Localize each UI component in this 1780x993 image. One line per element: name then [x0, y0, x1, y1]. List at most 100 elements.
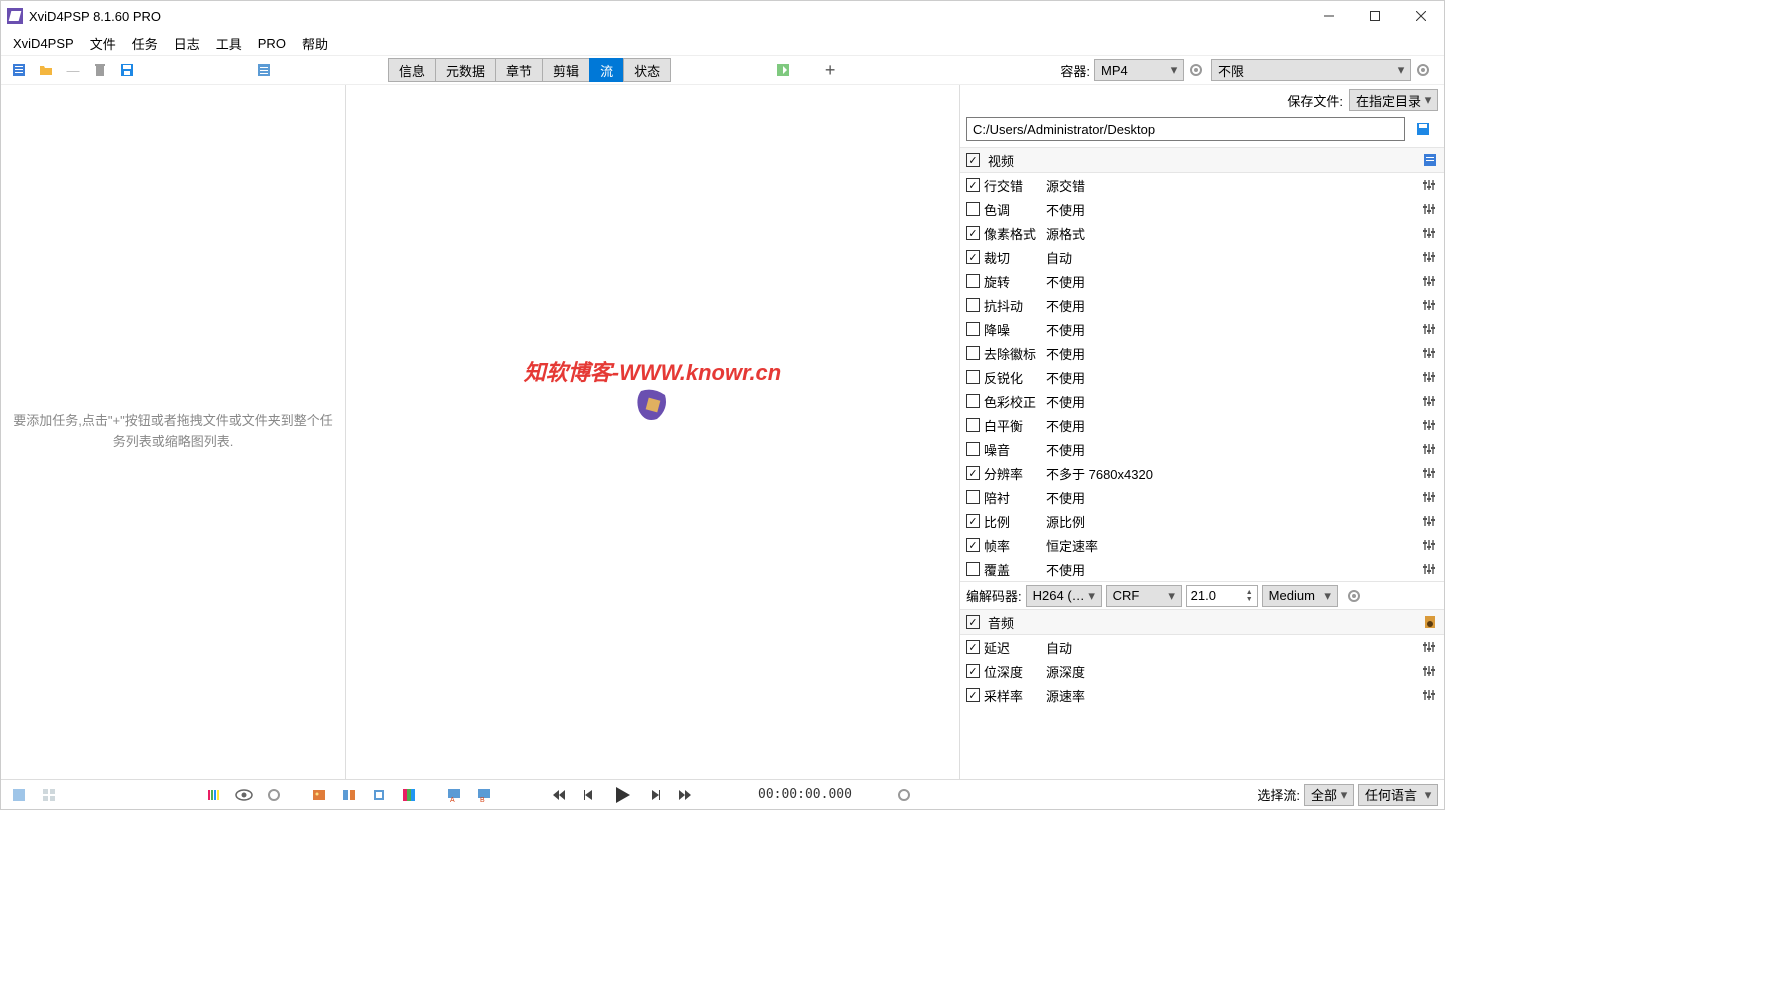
video-prop-checkbox[interactable] [966, 442, 980, 456]
save-mode-select[interactable]: 在指定目录 ▾ [1349, 89, 1438, 111]
sliders-icon[interactable] [1420, 562, 1438, 576]
video-prop-row[interactable]: 反锐化不使用 [960, 365, 1444, 389]
language-select[interactable]: 任何语言 ▾ [1358, 784, 1438, 806]
tab-metadata[interactable]: 元数据 [435, 58, 496, 82]
tab-info[interactable]: 信息 [388, 58, 436, 82]
sliders-icon[interactable] [1420, 322, 1438, 336]
sliders-icon[interactable] [1420, 298, 1438, 312]
sliders-icon[interactable] [1420, 640, 1438, 654]
save-path-button[interactable] [1411, 117, 1435, 141]
close-button[interactable] [1398, 1, 1444, 31]
sliders-icon[interactable] [1420, 250, 1438, 264]
toolbar-film-icon[interactable] [7, 58, 31, 82]
audio-prop-checkbox[interactable] [966, 688, 980, 702]
sliders-icon[interactable] [1420, 178, 1438, 192]
video-prop-row[interactable]: 抗抖动不使用 [960, 293, 1444, 317]
menu-file[interactable]: 文件 [82, 32, 124, 55]
status-grid-icon[interactable] [37, 783, 61, 807]
encoder-preset-select[interactable]: Medium ▾ [1262, 585, 1338, 607]
video-prop-checkbox[interactable] [966, 538, 980, 552]
video-prop-checkbox[interactable] [966, 226, 980, 240]
video-prop-checkbox[interactable] [966, 298, 980, 312]
video-prop-row[interactable]: 旋转不使用 [960, 269, 1444, 293]
video-prop-row[interactable]: 白平衡不使用 [960, 413, 1444, 437]
encoder-settings-icon[interactable] [1342, 584, 1366, 608]
sliders-icon[interactable] [1420, 664, 1438, 678]
audio-prop-row[interactable]: 位深度源深度 [960, 659, 1444, 683]
sliders-icon[interactable] [1420, 538, 1438, 552]
video-prop-row[interactable]: 色调不使用 [960, 197, 1444, 221]
sliders-icon[interactable] [1420, 514, 1438, 528]
video-prop-row[interactable]: 帧率恒定速率 [960, 533, 1444, 557]
status-settings-icon[interactable] [892, 783, 916, 807]
video-prop-checkbox[interactable] [966, 418, 980, 432]
video-prop-row[interactable]: 色彩校正不使用 [960, 389, 1444, 413]
video-prop-checkbox[interactable] [966, 322, 980, 336]
menu-log[interactable]: 日志 [166, 32, 208, 55]
video-prop-checkbox[interactable] [966, 562, 980, 576]
sliders-icon[interactable] [1420, 346, 1438, 360]
audio-prop-checkbox[interactable] [966, 640, 980, 654]
video-prop-checkbox[interactable] [966, 490, 980, 504]
property-scroll[interactable]: 视频 行交错源交错色调不使用像素格式源格式裁切自动旋转不使用抗抖动不使用降噪不使… [960, 147, 1444, 779]
toolbar-refresh-icon[interactable] [771, 58, 795, 82]
video-prop-checkbox[interactable] [966, 346, 980, 360]
next-fast-icon[interactable] [673, 783, 697, 807]
video-prop-checkbox[interactable] [966, 250, 980, 264]
video-prop-row[interactable]: 裁切自动 [960, 245, 1444, 269]
add-task-button[interactable]: + [818, 58, 842, 82]
menu-xvid4psp[interactable]: XviD4PSP [5, 34, 82, 53]
menu-tasks[interactable]: 任务 [124, 32, 166, 55]
tab-stream[interactable]: 流 [589, 58, 624, 82]
menu-pro[interactable]: PRO [250, 34, 294, 53]
prev-fast-icon[interactable] [547, 783, 571, 807]
video-prop-row[interactable]: 陪衬不使用 [960, 485, 1444, 509]
audio-prop-row[interactable]: 采样率源速率 [960, 683, 1444, 707]
audio-section-checkbox[interactable] [966, 615, 980, 629]
menu-tools[interactable]: 工具 [208, 32, 250, 55]
limit-settings-icon[interactable] [1411, 58, 1435, 82]
encoder-mode-select[interactable]: CRF ▾ [1106, 585, 1182, 607]
video-prop-row[interactable]: 覆盖不使用 [960, 557, 1444, 581]
video-prop-checkbox[interactable] [966, 370, 980, 384]
tab-chapters[interactable]: 章节 [495, 58, 543, 82]
stream-select[interactable]: 全部 ▾ [1304, 784, 1354, 806]
encoder-codec-select[interactable]: H264 (… ▾ [1026, 585, 1102, 607]
sliders-icon[interactable] [1420, 394, 1438, 408]
sliders-icon[interactable] [1420, 466, 1438, 480]
next-icon[interactable] [643, 783, 667, 807]
video-prop-checkbox[interactable] [966, 274, 980, 288]
video-prop-row[interactable]: 噪音不使用 [960, 437, 1444, 461]
video-prop-row[interactable]: 比例源比例 [960, 509, 1444, 533]
sliders-icon[interactable] [1420, 202, 1438, 216]
sliders-icon[interactable] [1420, 226, 1438, 240]
limit-select[interactable]: 不限 ▾ [1211, 59, 1411, 81]
task-list-panel[interactable]: 要添加任务,点击"+"按钮或者拖拽文件或文件夹到整个任务列表或缩略图列表. [1, 85, 346, 779]
status-gear-icon[interactable] [262, 783, 286, 807]
ab-b-icon[interactable]: B [472, 783, 496, 807]
compare-icon[interactable] [337, 783, 361, 807]
tab-clip[interactable]: 剪辑 [542, 58, 590, 82]
play-icon[interactable] [607, 783, 637, 807]
audio-section-header[interactable]: 音频 [960, 609, 1444, 635]
audio-prop-row[interactable]: 延迟自动 [960, 635, 1444, 659]
sliders-icon[interactable] [1420, 418, 1438, 432]
video-prop-checkbox[interactable] [966, 178, 980, 192]
container-settings-icon[interactable] [1184, 58, 1208, 82]
prev-icon[interactable] [577, 783, 601, 807]
video-prop-checkbox[interactable] [966, 466, 980, 480]
menu-help[interactable]: 帮助 [294, 32, 336, 55]
toolbar-open-icon[interactable] [34, 58, 58, 82]
video-prop-checkbox[interactable] [966, 394, 980, 408]
toolbar-list-icon[interactable] [252, 58, 276, 82]
color-icon[interactable] [397, 783, 421, 807]
video-prop-row[interactable]: 降噪不使用 [960, 317, 1444, 341]
sliders-icon[interactable] [1420, 688, 1438, 702]
video-prop-row[interactable]: 分辨率不多于 7680x4320 [960, 461, 1444, 485]
video-prop-checkbox[interactable] [966, 202, 980, 216]
toolbar-delete-icon[interactable] [88, 58, 112, 82]
sliders-icon[interactable] [1420, 370, 1438, 384]
video-section-checkbox[interactable] [966, 153, 980, 167]
video-prop-checkbox[interactable] [966, 514, 980, 528]
video-prop-row[interactable]: 行交错源交错 [960, 173, 1444, 197]
